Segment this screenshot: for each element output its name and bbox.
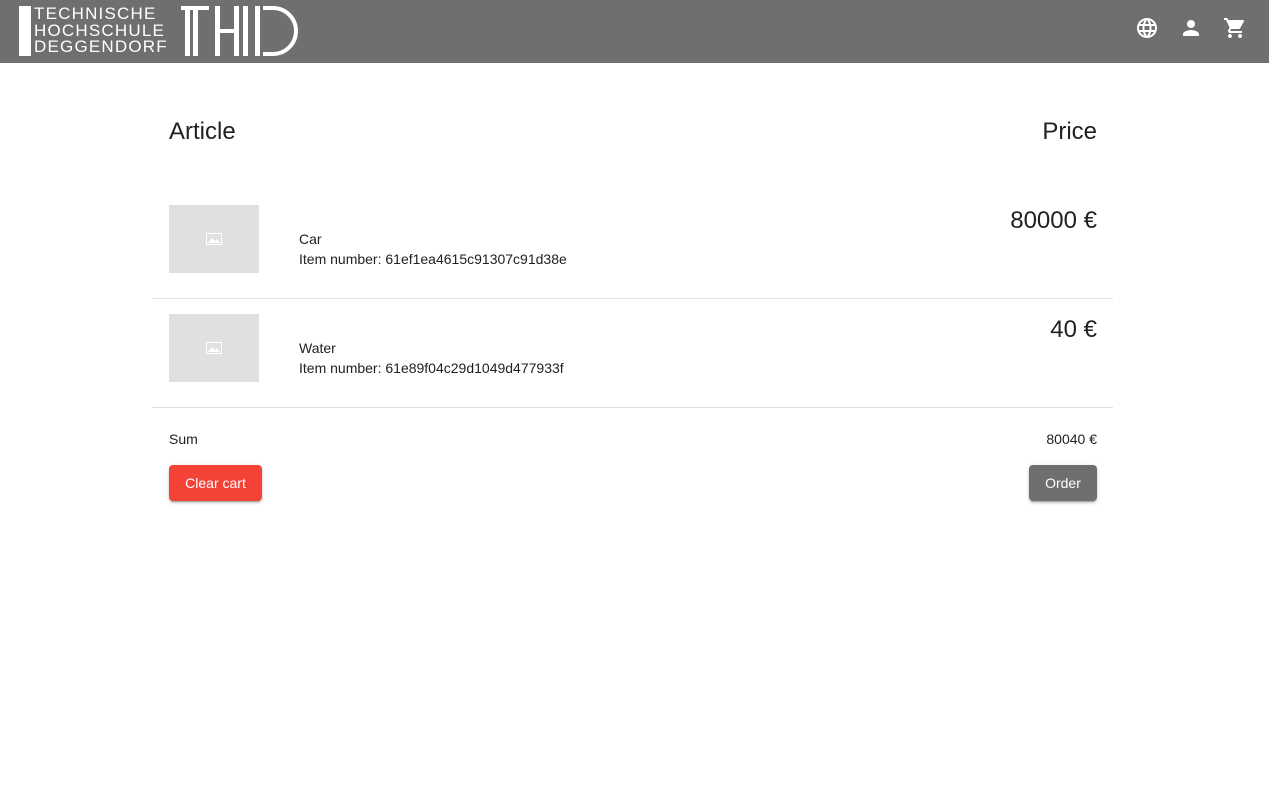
logo-text: TECHNISCHE HOCHSCHULE DEGGENDORF [34, 5, 184, 56]
item-image [169, 314, 259, 382]
item-price: 40 € [1050, 316, 1097, 343]
shopping-cart-icon[interactable] [1223, 16, 1247, 40]
item-name: Water [299, 340, 336, 356]
order-button[interactable]: Order [1029, 465, 1097, 501]
logo-bar [19, 6, 31, 56]
thd-logo[interactable]: TECHNISCHE HOCHSCHULE DEGGENDORF [19, 5, 301, 56]
item-number: Item number: 61e89f04c29d1049d477933f [299, 360, 564, 376]
logo-line-3: DEGGENDORF [34, 37, 168, 56]
item-name: Car [299, 231, 322, 247]
cart-item-row: Car Item number: 61ef1ea4615c91307c91d38… [152, 189, 1113, 299]
clear-cart-button[interactable]: Clear cart [169, 465, 262, 501]
sum-value: 80040 € [1046, 431, 1097, 447]
column-header-article: Article [169, 118, 236, 145]
sum-label: Sum [169, 431, 198, 447]
person-icon[interactable] [1179, 16, 1203, 40]
top-toolbar: TECHNISCHE HOCHSCHULE DEGGENDORF [0, 0, 1269, 63]
image-placeholder-icon [206, 233, 222, 245]
image-placeholder-icon [206, 342, 222, 354]
thd-logo-mark [181, 6, 298, 56]
cart-item-row: Water Item number: 61e89f04c29d1049d4779… [152, 298, 1113, 408]
language-icon[interactable] [1135, 16, 1159, 40]
item-price: 80000 € [1010, 207, 1097, 234]
item-image [169, 205, 259, 273]
item-number: Item number: 61ef1ea4615c91307c91d38e [299, 251, 567, 267]
column-header-price: Price [1042, 118, 1097, 145]
